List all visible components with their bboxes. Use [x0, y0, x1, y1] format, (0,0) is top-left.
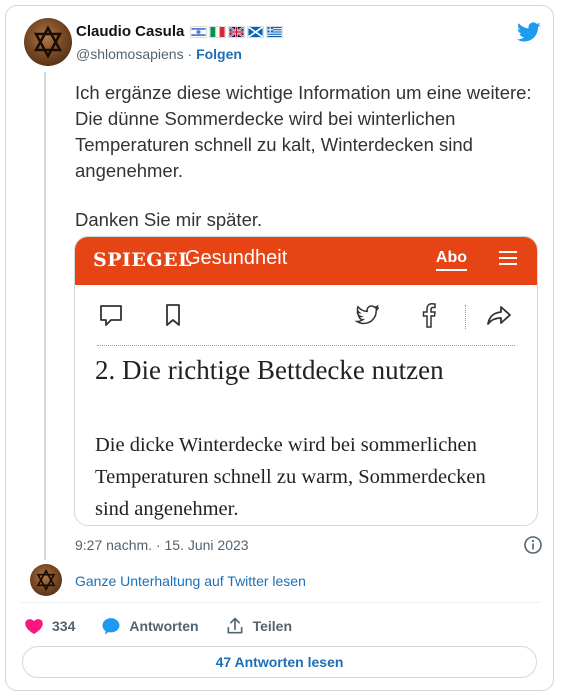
author-handle[interactable]: @shlomosapiens	[76, 46, 184, 62]
share-divider	[465, 305, 466, 329]
thread-line	[44, 72, 46, 560]
tweet-timestamp[interactable]: 9:27 nachm. · 15. Juni 2023	[75, 537, 249, 553]
spiegel-section-label: Gesundheit	[185, 247, 288, 269]
tweet-text: Ich ergänze diese wichtige Information u…	[75, 80, 535, 233]
israel-flag-icon	[190, 25, 208, 38]
separator-dot: ·	[187, 46, 193, 62]
forward-share-icon	[487, 306, 511, 325]
conversation-avatar[interactable]	[30, 564, 62, 596]
author-name[interactable]: Claudio Casula	[76, 23, 184, 40]
spiegel-logo: SPIEGEL	[93, 249, 192, 271]
abo-link: Abo	[435, 249, 467, 271]
italy-flag-icon	[209, 25, 227, 38]
flag-list	[190, 25, 284, 38]
like-count: 334	[52, 618, 76, 634]
menu-icon	[499, 251, 517, 265]
tweet-media-image[interactable]: SPIEGEL Gesundheit Abo 2. Die richtige B…	[74, 236, 538, 526]
twitter-bird-icon[interactable]	[517, 20, 541, 44]
facebook-share-icon	[422, 303, 436, 328]
article-body: Die dicke Winterdecke wird bei sommerlic…	[95, 434, 486, 520]
read-replies-button[interactable]: 47 Antworten lesen	[22, 646, 537, 678]
article-title: 2. Die richtige Bettdecke nutzen	[95, 355, 444, 385]
info-icon[interactable]	[523, 535, 543, 555]
uk-flag-icon	[228, 25, 246, 38]
author-name-row: Claudio Casula	[76, 23, 284, 40]
share-upload-icon	[227, 617, 243, 634]
article-share-row	[75, 301, 537, 331]
share-button[interactable]: Teilen	[225, 616, 292, 636]
twitter-share-icon	[354, 304, 379, 325]
article-divider	[97, 345, 515, 346]
scotland-flag-icon	[247, 25, 265, 38]
bookmark-icon	[166, 304, 180, 326]
like-button[interactable]: 334	[24, 616, 75, 636]
follow-button[interactable]: Folgen	[196, 46, 242, 62]
tweet-paragraph-1: Ich ergänze diese wichtige Information u…	[75, 82, 532, 181]
spiegel-header: SPIEGEL Gesundheit Abo	[75, 237, 537, 285]
reply-button[interactable]: Antworten	[101, 616, 199, 636]
heart-icon	[25, 619, 43, 634]
read-conversation-link[interactable]: Ganze Unterhaltung auf Twitter lesen	[75, 573, 306, 589]
avatar-image	[33, 25, 63, 59]
share-label: Teilen	[252, 618, 292, 634]
author-avatar[interactable]	[24, 18, 72, 66]
tweet-paragraph-2: Danken Sie mir später.	[75, 209, 263, 230]
greece-flag-icon	[266, 25, 284, 38]
actions-divider	[20, 602, 541, 603]
tweet-actions: 334 Antworten Teilen	[24, 616, 318, 636]
author-handle-row: @shlomosapiens · Folgen	[76, 46, 242, 62]
comment-icon	[100, 305, 122, 326]
reply-bubble-icon	[102, 618, 120, 635]
avatar-image	[36, 568, 56, 592]
reply-label: Antworten	[129, 618, 199, 634]
